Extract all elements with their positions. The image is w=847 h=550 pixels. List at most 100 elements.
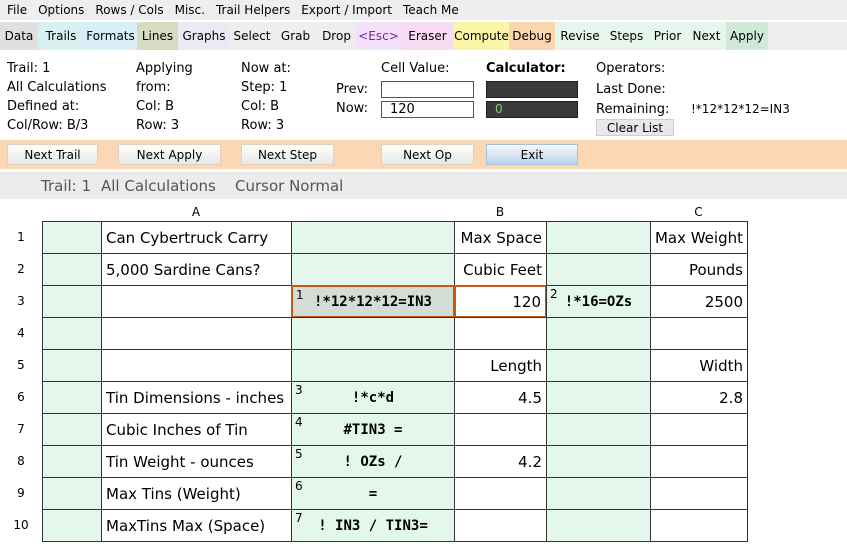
- cell-c2-row5[interactable]: Width: [650, 349, 748, 382]
- cell-a2-row4[interactable]: [101, 317, 292, 350]
- next-op-button[interactable]: Next Op: [381, 144, 474, 165]
- cell-c2-row2[interactable]: Pounds: [650, 253, 748, 286]
- row-header[interactable]: 6: [0, 390, 42, 404]
- column-header-a[interactable]: A: [101, 205, 291, 219]
- cell-a3-row8[interactable]: 5 ! OZs /: [291, 445, 455, 478]
- row-header[interactable]: 4: [0, 326, 42, 340]
- cell-a3-row4[interactable]: [291, 317, 455, 350]
- row-header[interactable]: 5: [0, 358, 42, 372]
- column-header-c[interactable]: C: [650, 205, 747, 219]
- cell-c1-row5[interactable]: [546, 349, 651, 382]
- clear-list-button[interactable]: Clear List: [596, 119, 674, 136]
- toolbar-apply-button[interactable]: Apply: [726, 22, 768, 50]
- menu-misc[interactable]: Misc.: [170, 3, 210, 17]
- cell-a2-row5[interactable]: [101, 349, 292, 382]
- cell-c1-row10[interactable]: [546, 509, 651, 542]
- cell-a1-row6[interactable]: [42, 381, 102, 414]
- cell-a1-row4[interactable]: [42, 317, 102, 350]
- cell-c2-row6[interactable]: 2.8: [650, 381, 748, 414]
- cell-b-row1[interactable]: Max Space: [454, 221, 547, 254]
- toolbar-graphs-button[interactable]: Graphs: [178, 22, 230, 50]
- cell-a3-row6[interactable]: 3 !*c*d: [291, 381, 455, 414]
- cell-b-row6[interactable]: 4.5: [454, 381, 547, 414]
- menu-teach-me[interactable]: Teach Me: [398, 3, 464, 17]
- cell-a2-row3[interactable]: [101, 285, 292, 318]
- toolbar-eraser-button[interactable]: Eraser: [401, 22, 454, 50]
- menu-file[interactable]: File: [0, 3, 32, 17]
- toolbar-grab-button[interactable]: Grab: [274, 22, 317, 50]
- toolbar-lines-button[interactable]: Lines: [137, 22, 178, 50]
- cell-c1-row3[interactable]: 2 !*16=OZs: [546, 285, 651, 318]
- toolbar-revise-button[interactable]: Revise: [555, 22, 605, 50]
- menu-trail-helpers[interactable]: Trail Helpers: [211, 3, 295, 17]
- cell-a2-row9[interactable]: Max Tins (Weight): [101, 477, 292, 510]
- cell-a3-row7[interactable]: 4 #TIN3 =: [291, 413, 455, 446]
- cell-a2-row10[interactable]: MaxTins Max (Space): [101, 509, 292, 542]
- cell-a1-row2[interactable]: [42, 253, 102, 286]
- cell-a2-row6[interactable]: Tin Dimensions - inches: [101, 381, 292, 414]
- row-header[interactable]: 10: [0, 518, 42, 532]
- cell-a1-row9[interactable]: [42, 477, 102, 510]
- cell-c1-row7[interactable]: [546, 413, 651, 446]
- cell-b-row7[interactable]: [454, 413, 547, 446]
- toolbar-next-button[interactable]: Next: [687, 22, 726, 50]
- prev-value-field[interactable]: [381, 81, 474, 98]
- row-header[interactable]: 8: [0, 454, 42, 468]
- next-step-button[interactable]: Next Step: [241, 144, 334, 165]
- toolbar-compute-button[interactable]: Compute: [454, 22, 509, 50]
- cell-a1-row7[interactable]: [42, 413, 102, 446]
- cell-c1-row4[interactable]: [546, 317, 651, 350]
- cell-a2-row7[interactable]: Cubic Inches of Tin: [101, 413, 292, 446]
- cell-c2-row7[interactable]: [650, 413, 748, 446]
- cell-c1-row1[interactable]: [546, 221, 651, 254]
- cell-a1-row8[interactable]: [42, 445, 102, 478]
- cell-a1-row3[interactable]: [42, 285, 102, 318]
- cell-a3-row10[interactable]: 7 ! IN3 / TIN3=: [291, 509, 455, 542]
- column-header-b[interactable]: B: [454, 205, 546, 219]
- cell-b-row3[interactable]: 120: [454, 285, 547, 318]
- exit-button[interactable]: Exit: [486, 144, 578, 165]
- toolbar-select-button[interactable]: Select: [230, 22, 274, 50]
- cell-c1-row2[interactable]: [546, 253, 651, 286]
- cell-c1-row6[interactable]: [546, 381, 651, 414]
- row-header[interactable]: 9: [0, 486, 42, 500]
- cell-c2-row1[interactable]: Max Weight: [650, 221, 748, 254]
- cell-a3-row3[interactable]: 1 !*12*12*12=IN3: [291, 285, 455, 318]
- cell-c1-row8[interactable]: [546, 445, 651, 478]
- toolbar-formats-button[interactable]: Formats: [84, 22, 137, 50]
- row-header[interactable]: 1: [0, 230, 42, 244]
- cell-a3-row5[interactable]: [291, 349, 455, 382]
- cell-a1-row1[interactable]: [42, 221, 102, 254]
- cell-a2-row1[interactable]: Can Cybertruck Carry: [101, 221, 292, 254]
- cell-c2-row9[interactable]: [650, 477, 748, 510]
- cell-c2-row10[interactable]: [650, 509, 748, 542]
- row-header[interactable]: 2: [0, 262, 42, 276]
- toolbar-data-button[interactable]: Data: [0, 22, 38, 50]
- cell-a1-row10[interactable]: [42, 509, 102, 542]
- cell-c2-row3[interactable]: 2500: [650, 285, 748, 318]
- cell-b-row2[interactable]: Cubic Feet: [454, 253, 547, 286]
- menu-rows-cols[interactable]: Rows / Cols: [90, 3, 168, 17]
- toolbar-trails-button[interactable]: Trails: [38, 22, 84, 50]
- row-header[interactable]: 3: [0, 294, 42, 308]
- toolbar-steps-button[interactable]: Steps: [605, 22, 648, 50]
- toolbar-drop-button[interactable]: Drop: [317, 22, 356, 50]
- menu-options[interactable]: Options: [33, 3, 89, 17]
- cell-c2-row8[interactable]: [650, 445, 748, 478]
- cell-c2-row4[interactable]: [650, 317, 748, 350]
- menu-export-import[interactable]: Export / Import: [296, 3, 397, 17]
- cell-a3-row2[interactable]: [291, 253, 455, 286]
- toolbar-debug-button[interactable]: Debug: [509, 22, 555, 50]
- next-apply-button[interactable]: Next Apply: [118, 144, 221, 165]
- cell-b-row10[interactable]: [454, 509, 547, 542]
- next-trail-button[interactable]: Next Trail: [7, 144, 98, 165]
- toolbar-prior-button[interactable]: Prior: [648, 22, 687, 50]
- cell-b-row9[interactable]: [454, 477, 547, 510]
- cell-a3-row9[interactable]: 6 =: [291, 477, 455, 510]
- cell-a3-row1[interactable]: [291, 221, 455, 254]
- cell-a2-row8[interactable]: Tin Weight - ounces: [101, 445, 292, 478]
- cell-a1-row5[interactable]: [42, 349, 102, 382]
- row-header[interactable]: 7: [0, 422, 42, 436]
- cell-b-row8[interactable]: 4.2: [454, 445, 547, 478]
- cell-a2-row2[interactable]: 5,000 Sardine Cans?: [101, 253, 292, 286]
